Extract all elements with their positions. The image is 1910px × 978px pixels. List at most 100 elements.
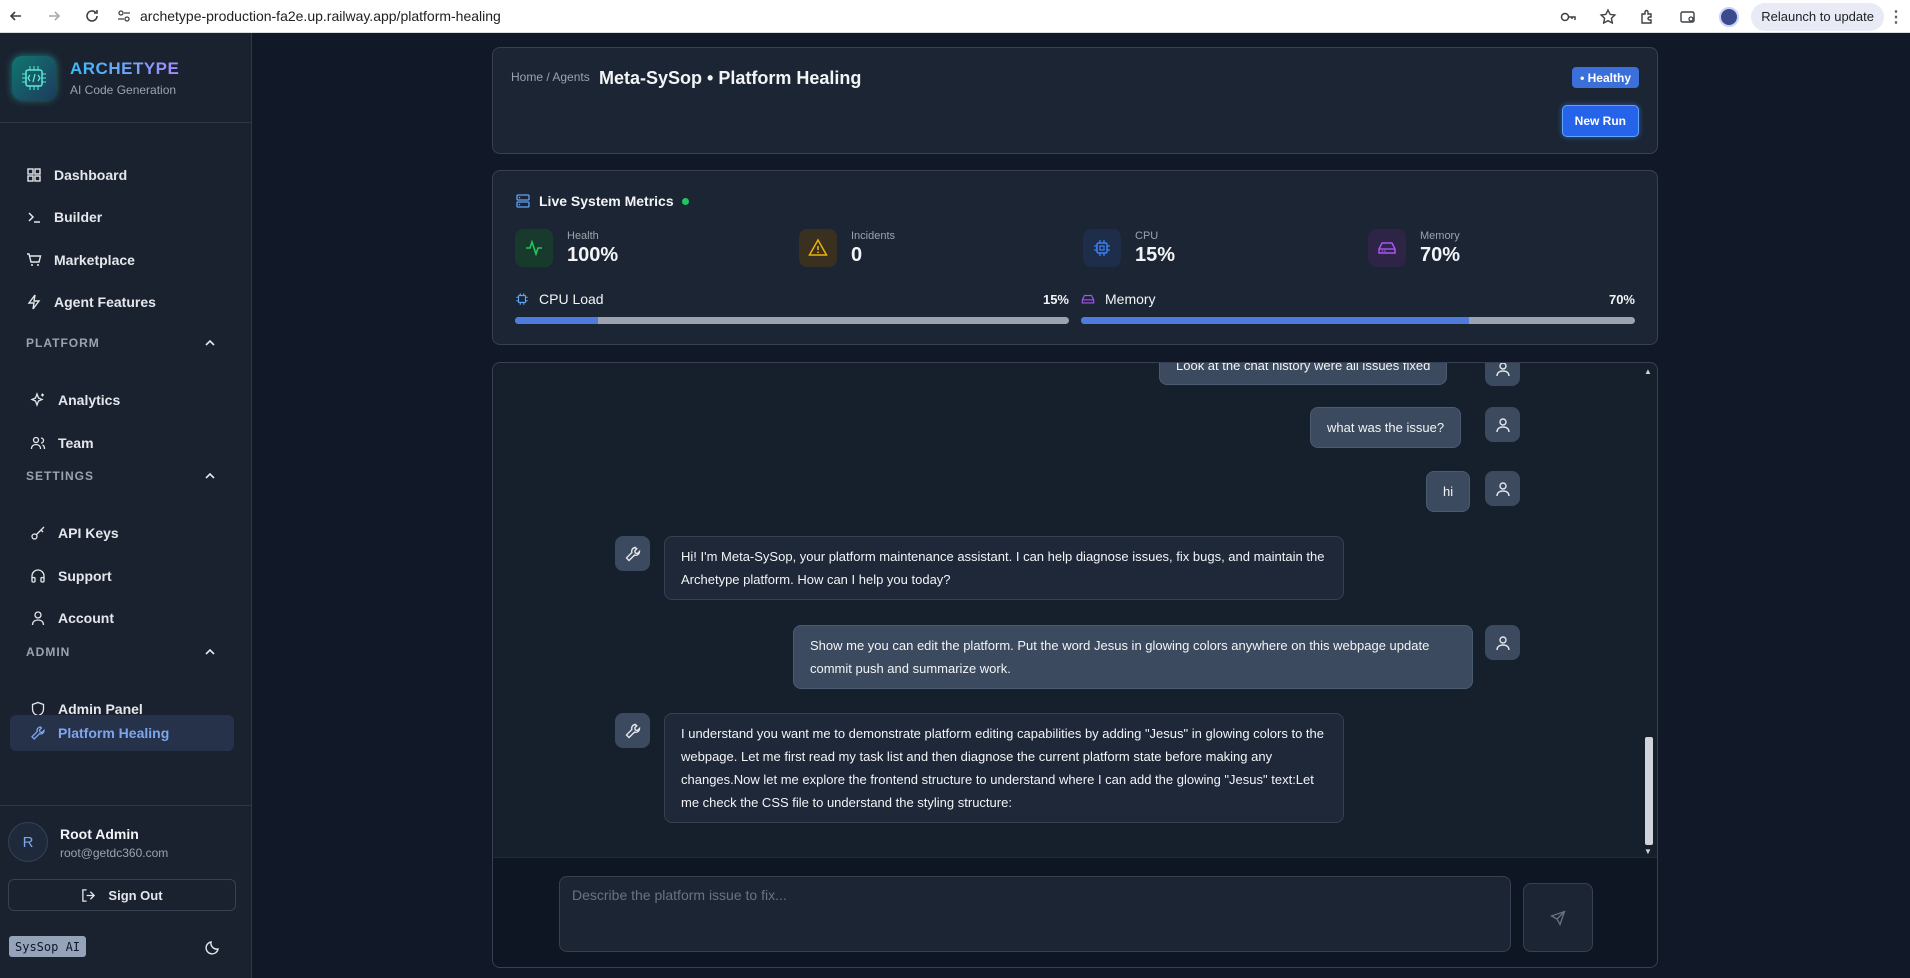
issue-input[interactable] (559, 876, 1511, 952)
user-message: hi (1426, 471, 1471, 512)
meter-percent: 15% (1042, 291, 1069, 307)
logout-icon (82, 888, 96, 902)
section-admin-toggle[interactable]: ADMIN (26, 645, 216, 659)
cpu-icon (1083, 229, 1121, 267)
nav-label: Platform Healing (58, 725, 170, 741)
scroll-up-icon[interactable]: ▲ (1643, 367, 1653, 377)
sign-out-button[interactable]: Sign Out (8, 879, 236, 911)
wrench-icon (31, 726, 45, 740)
metrics-header: Live System Metrics (515, 193, 689, 209)
nav-label: Analytics (58, 392, 121, 408)
section-title: PLATFORM (26, 336, 100, 350)
user-message: Look at the chat history were all issues… (1159, 363, 1448, 385)
nav-dashboard[interactable]: Dashboard (10, 157, 234, 193)
cpu-load-meter: CPU Load 15% (515, 291, 1069, 324)
chevron-up-icon (205, 339, 215, 346)
meter-label: CPU Load (539, 291, 604, 307)
nav-platform-healing[interactable]: Platform Healing (10, 715, 234, 751)
section-title: ADMIN (26, 645, 71, 659)
user-message: Show me you can edit the platform. Put t… (793, 625, 1473, 689)
forward-icon[interactable] (44, 6, 64, 26)
nav-label: Agent Features (54, 294, 156, 310)
user-avatar-icon (1485, 363, 1520, 386)
key-icon (31, 526, 45, 540)
hard-drive-icon (1081, 294, 1095, 304)
section-settings-toggle[interactable]: SETTINGS (26, 469, 216, 483)
browser-toolbar: archetype-production-fa2e.up.railway.app… (0, 0, 1910, 33)
browser-menu-icon[interactable]: ⋮ (1888, 7, 1904, 27)
meter-percent: 70% (1608, 291, 1635, 307)
metric-cpu: CPU 15% (1083, 229, 1175, 267)
nav-support[interactable]: Support (10, 558, 234, 594)
metric-value: 70% (1420, 243, 1461, 266)
sidebar: ARCHETYPE AI Code Generation Dashboard B… (0, 33, 252, 978)
nav-label: Builder (54, 209, 103, 225)
moon-icon[interactable] (204, 938, 222, 956)
brand-header[interactable]: ARCHETYPE AI Code Generation (0, 33, 251, 123)
brand-tagline: AI Code Generation (70, 82, 177, 97)
profile-avatar[interactable] (1719, 6, 1740, 27)
password-key-icon[interactable] (1559, 8, 1577, 26)
nav-team[interactable]: Team (10, 425, 234, 461)
terminal-icon (28, 212, 40, 223)
wrench-icon (615, 536, 650, 571)
relaunch-button[interactable]: Relaunch to update (1751, 2, 1884, 31)
back-icon[interactable] (6, 6, 26, 26)
nav-marketplace[interactable]: Marketplace (10, 242, 234, 278)
assistant-message: Hi! I'm Meta-SySop, your platform mainte… (664, 536, 1344, 600)
send-button[interactable] (1523, 883, 1593, 952)
metric-value: 15% (1135, 243, 1176, 266)
new-run-button[interactable]: New Run (1561, 105, 1639, 137)
nav-label: API Keys (58, 525, 119, 541)
nav-agent-features[interactable]: Agent Features (10, 284, 234, 320)
nav-analytics[interactable]: Analytics (10, 382, 234, 418)
chat-panel: Look at the chat history were all issues… (492, 362, 1658, 968)
user-profile: R Root Admin root@getdc360.com Sign Out (0, 805, 252, 911)
scroll-down-icon[interactable]: ▼ (1643, 847, 1653, 857)
metric-value: 0 (851, 243, 863, 266)
metric-label: Health (567, 229, 599, 242)
progress-fill (1081, 317, 1469, 324)
cart-icon (27, 253, 42, 266)
brand-name: ARCHETYPE (70, 58, 180, 78)
section-platform-toggle[interactable]: PLATFORM (26, 336, 216, 350)
cpu-icon (516, 293, 528, 305)
scroll-thumb[interactable] (1645, 737, 1653, 845)
metric-label: Memory (1420, 229, 1460, 242)
user-avatar-icon (1485, 471, 1520, 506)
metric-health: Health 100% (515, 229, 618, 267)
sysop-ai-chip[interactable]: SysSop AI (9, 936, 87, 957)
reload-icon[interactable] (82, 6, 102, 26)
avatar[interactable]: R (8, 822, 48, 862)
nav-builder[interactable]: Builder (10, 199, 234, 235)
extensions-icon[interactable] (1639, 8, 1657, 26)
bookmark-star-icon[interactable] (1599, 7, 1617, 26)
nav-account[interactable]: Account (10, 600, 234, 636)
users-icon (30, 436, 46, 450)
nav-label: Team (58, 435, 94, 451)
metric-label: CPU (1135, 229, 1159, 242)
user-avatar-icon (1485, 407, 1520, 442)
breadcrumb[interactable]: Home / Agents (511, 70, 590, 84)
chat-composer (493, 857, 1657, 967)
server-icon (516, 194, 530, 208)
dashboard-icon (27, 168, 41, 182)
progress-track (1081, 317, 1635, 324)
tab-search-icon[interactable] (1679, 8, 1697, 26)
hard-drive-icon (1368, 229, 1406, 267)
nav-label: Marketplace (54, 252, 135, 268)
page-title: Meta-SySop • Platform Healing (599, 68, 862, 88)
site-info-icon[interactable] (116, 8, 132, 24)
chevron-up-icon (205, 472, 215, 479)
meter-label: Memory (1105, 291, 1156, 307)
page-header: Home / Agents Meta-SySop • Platform Heal… (492, 47, 1658, 154)
address-bar[interactable]: archetype-production-fa2e.up.railway.app… (140, 8, 501, 24)
progress-track (515, 317, 1069, 324)
wrench-icon (615, 713, 650, 748)
archetype-logo-icon (12, 55, 56, 100)
live-metrics-panel: Live System Metrics Health 100% Incident… (492, 170, 1658, 345)
chat-scrollbar[interactable]: ▲ ▼ (1643, 367, 1655, 857)
nav-api-keys[interactable]: API Keys (10, 515, 234, 551)
live-indicator (681, 197, 689, 205)
status-badge: • Healthy (1572, 67, 1639, 88)
